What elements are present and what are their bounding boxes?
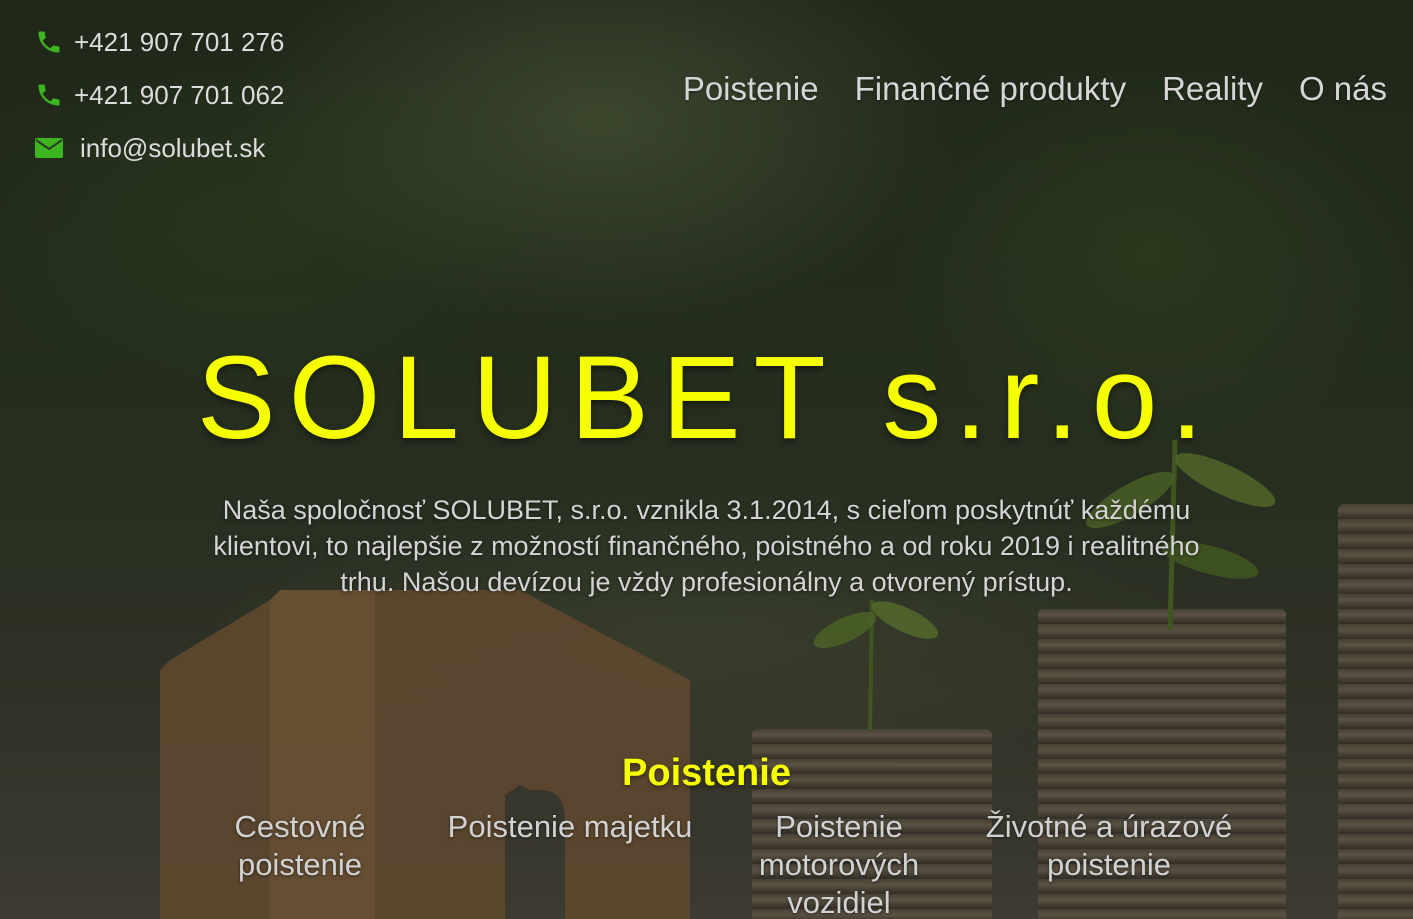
contact-block: +421 907 701 276 +421 907 701 062 info@s… <box>34 24 284 183</box>
phone-icon <box>34 27 64 57</box>
phone-link-1[interactable]: +421 907 701 276 <box>74 27 284 58</box>
phone-link-2[interactable]: +421 907 701 062 <box>74 80 284 111</box>
page: +421 907 701 276 +421 907 701 062 info@s… <box>0 0 1413 919</box>
nav-item-reality[interactable]: Reality <box>1162 70 1263 108</box>
main-navigation: Poistenie Finančné produkty Reality O ná… <box>647 70 1387 108</box>
phone-contact-1: +421 907 701 276 <box>34 24 284 60</box>
service-poistenie-majetku[interactable]: Poistenie majetku <box>430 808 710 846</box>
envelope-icon <box>34 133 64 163</box>
email-contact: info@solubet.sk <box>34 130 284 166</box>
email-link[interactable]: info@solubet.sk <box>80 133 265 164</box>
insurance-section-title: Poistenie <box>622 752 791 794</box>
service-poistenie-motorovych-vozidiel[interactable]: Poistenie motorových vozidiel <box>745 808 933 919</box>
phone-icon <box>34 80 64 110</box>
nav-item-o-nas[interactable]: O nás <box>1299 70 1387 108</box>
phone-contact-2: +421 907 701 062 <box>34 77 284 113</box>
service-zivotne-a-urazove-poistenie[interactable]: Životné a úrazové poistenie <box>972 808 1246 884</box>
insurance-services-list: Cestovné poistenie Poistenie majetku Poi… <box>0 808 1413 919</box>
hero-description: Naša spoločnosť SOLUBET, s.r.o. vznikla … <box>213 495 1200 597</box>
nav-item-poistenie[interactable]: Poistenie <box>683 70 819 108</box>
hero-title: SOLUBET s.r.o. <box>196 332 1217 464</box>
nav-item-financne-produkty[interactable]: Finančné produkty <box>855 70 1127 108</box>
service-cestovne-poistenie[interactable]: Cestovné poistenie <box>222 808 378 884</box>
